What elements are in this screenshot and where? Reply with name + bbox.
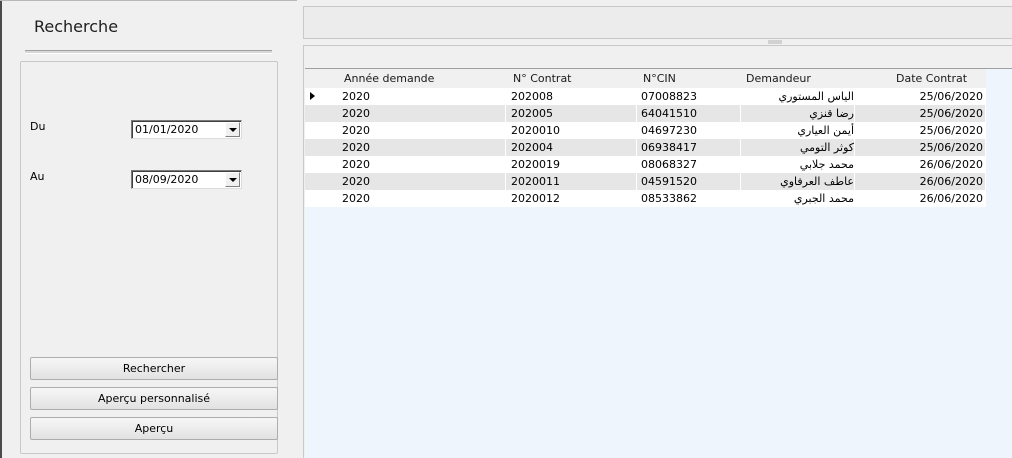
custom-preview-button[interactable]: Aperçu personnalisé xyxy=(30,387,278,410)
cell-contrat[interactable]: 2020012 xyxy=(506,190,637,207)
row-indicator[interactable] xyxy=(305,88,336,105)
row-indicator[interactable] xyxy=(305,173,336,190)
row-indicator[interactable] xyxy=(305,105,336,122)
cell-demandeur[interactable]: الياس المستوري xyxy=(741,88,855,105)
search-button[interactable]: Rechercher xyxy=(30,357,278,380)
cell-annee[interactable]: 2020 xyxy=(336,139,506,156)
panel-top-edge xyxy=(0,0,297,1)
row-indicator[interactable] xyxy=(305,190,336,207)
to-date-value: 08/09/2020 xyxy=(135,173,199,186)
current-row-arrow-icon xyxy=(310,92,315,100)
column-header-annee[interactable]: Année demande xyxy=(344,69,434,88)
cell-cin[interactable]: 04697230 xyxy=(637,122,741,139)
to-date-label: Au xyxy=(30,170,45,183)
cell-date[interactable]: 26/06/2020 xyxy=(855,190,986,207)
cell-demandeur[interactable]: كوثر التومي xyxy=(741,139,855,156)
column-header-contrat[interactable]: N° Contrat xyxy=(513,69,572,88)
table-row[interactable]: 2020 202008 07008823 الياس المستوري 25/06/20… xyxy=(305,88,986,105)
table-row[interactable]: 2020 202005 64041510 رضا قنزي 25/06/2020 xyxy=(305,105,986,122)
row-indicator[interactable] xyxy=(305,122,336,139)
cell-date[interactable]: 26/06/2020 xyxy=(855,173,986,190)
cell-contrat[interactable]: 202005 xyxy=(506,105,637,122)
row-indicator[interactable] xyxy=(305,156,336,173)
cell-annee[interactable]: 2020 xyxy=(336,105,506,122)
cell-contrat[interactable]: 202004 xyxy=(506,139,637,156)
cell-annee[interactable]: 2020 xyxy=(336,88,506,105)
grid-body: 2020 202008 07008823 الياس المستوري 25/06/20… xyxy=(305,88,986,207)
title-separator xyxy=(25,50,272,54)
cell-demandeur[interactable]: محمد جلابي xyxy=(741,156,855,173)
cell-annee[interactable]: 2020 xyxy=(336,122,506,139)
cell-demandeur[interactable]: عاطف العرفاوي xyxy=(741,173,855,190)
cell-contrat[interactable]: 2020010 xyxy=(506,122,637,139)
cell-demandeur[interactable]: أيمن العياري xyxy=(741,122,855,139)
grid-header: Année demande N° Contrat N°CIN Demandeur… xyxy=(305,69,986,88)
from-date-label: Du xyxy=(30,120,46,133)
to-date-picker[interactable]: 08/09/2020 xyxy=(131,170,242,189)
table-row[interactable]: 2020 2020019 08068327 محمد جلابي 26/06/2020 xyxy=(305,156,986,173)
table-row[interactable]: 2020 2020012 08533862 محمد الجبري 26/06/2020 xyxy=(305,190,986,207)
row-indicator[interactable] xyxy=(305,139,336,156)
cell-annee[interactable]: 2020 xyxy=(336,190,506,207)
table-row[interactable]: 2020 202004 06938417 كوثر التومي 25/06/2020 xyxy=(305,139,986,156)
column-header-demandeur[interactable]: Demandeur xyxy=(746,69,811,88)
cell-annee[interactable]: 2020 xyxy=(336,173,506,190)
cell-date[interactable]: 26/06/2020 xyxy=(855,156,986,173)
cell-annee[interactable]: 2020 xyxy=(336,156,506,173)
column-header-date[interactable]: Date Contrat xyxy=(896,69,967,88)
table-row[interactable]: 2020 2020010 04697230 أيمن العياري 25/06/202… xyxy=(305,122,986,139)
cell-cin[interactable]: 07008823 xyxy=(637,88,741,105)
cell-cin[interactable]: 06938417 xyxy=(637,139,741,156)
toolbar-strip xyxy=(303,6,1012,39)
preview-button[interactable]: Aperçu xyxy=(30,417,278,440)
cell-cin[interactable]: 08533862 xyxy=(637,190,741,207)
from-date-picker[interactable]: 01/01/2020 xyxy=(131,120,242,139)
contracts-grid[interactable]: Année demande N° Contrat N°CIN Demandeur… xyxy=(305,68,1012,458)
panel-title: Recherche xyxy=(34,17,119,36)
from-date-value: 01/01/2020 xyxy=(135,123,199,136)
cell-cin[interactable]: 04591520 xyxy=(637,173,741,190)
cell-contrat[interactable]: 2020019 xyxy=(506,156,637,173)
cell-contrat[interactable]: 2020011 xyxy=(506,173,637,190)
cell-demandeur[interactable]: رضا قنزي xyxy=(741,105,855,122)
cell-date[interactable]: 25/06/2020 xyxy=(855,122,986,139)
splitter-grip-icon[interactable] xyxy=(768,40,782,44)
cell-date[interactable]: 25/06/2020 xyxy=(855,105,986,122)
search-panel: Recherche Du 01/01/2020 Au 08/09/2020 Re… xyxy=(0,0,297,458)
window-left-edge xyxy=(0,0,2,458)
cell-cin[interactable]: 08068327 xyxy=(637,156,741,173)
cell-contrat[interactable]: 202008 xyxy=(506,88,637,105)
table-row[interactable]: 2020 2020011 04591520 عاطف العرفاوي 26/06/20… xyxy=(305,173,986,190)
chevron-down-icon[interactable] xyxy=(225,122,240,137)
cell-demandeur[interactable]: محمد الجبري xyxy=(741,190,855,207)
cell-date[interactable]: 25/06/2020 xyxy=(855,88,986,105)
chevron-down-icon[interactable] xyxy=(225,172,240,187)
column-header-cin[interactable]: N°CIN xyxy=(643,69,676,88)
cell-date[interactable]: 25/06/2020 xyxy=(855,139,986,156)
cell-cin[interactable]: 64041510 xyxy=(637,105,741,122)
